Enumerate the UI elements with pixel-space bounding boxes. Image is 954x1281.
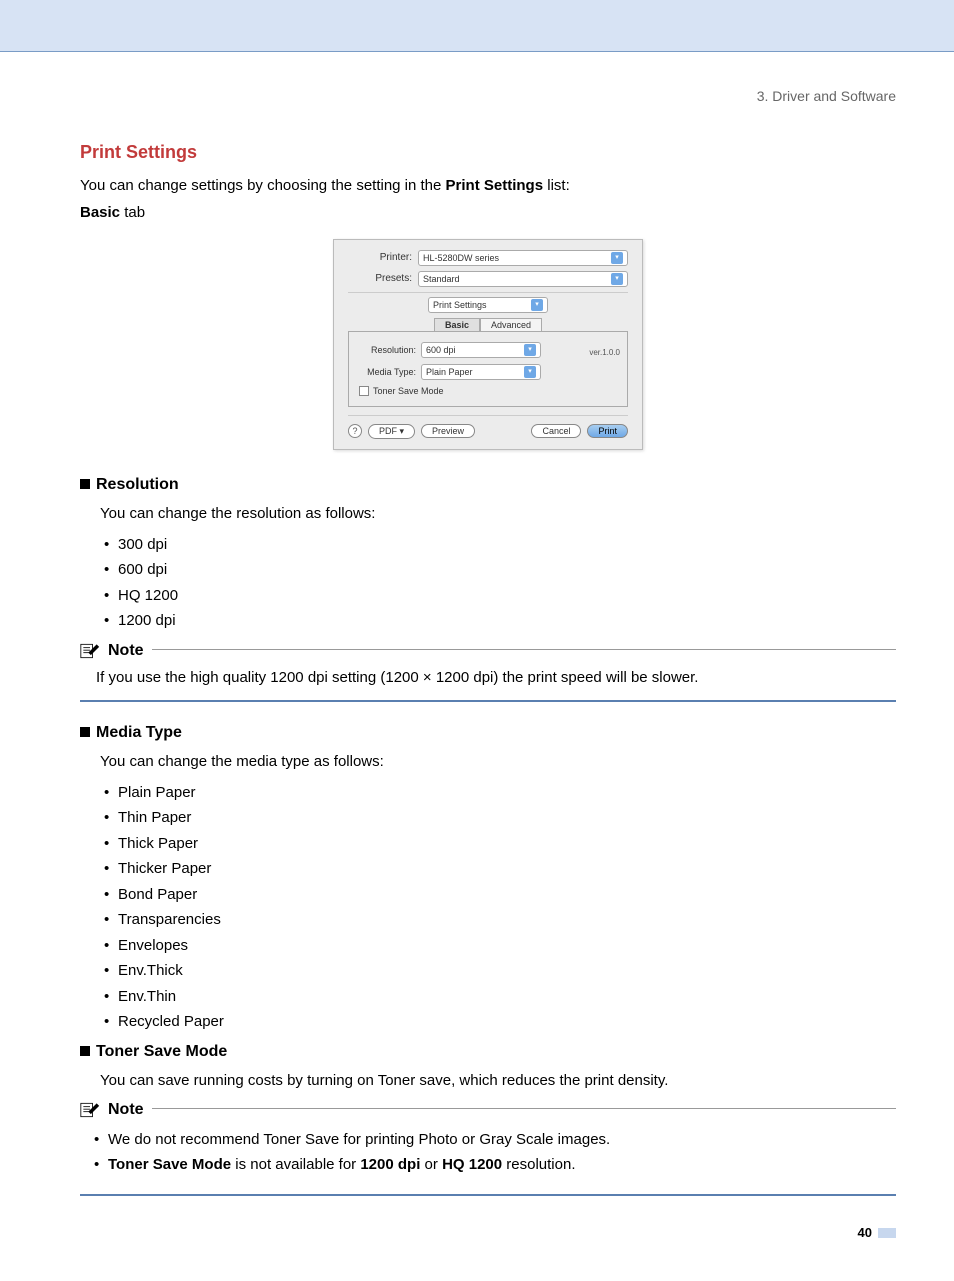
media-list: Plain Paper Thin Paper Thick Paper Thick… xyxy=(100,780,896,1035)
resolution-intro: You can change the resolution as follows… xyxy=(100,502,896,526)
page-content: 3. Driver and Software Print Settings Yo… xyxy=(0,52,954,1281)
note2-or: or xyxy=(420,1156,442,1173)
note2-line2: Toner Save Mode is not available for 120… xyxy=(90,1152,896,1178)
note-body: If you use the high quality 1200 dpi set… xyxy=(80,660,896,702)
chevron-down-icon: ▾ xyxy=(611,252,623,264)
resolution-value: 600 dpi xyxy=(426,345,456,355)
dialog-panel: Resolution: 600 dpi ▾ Media Type: Plain P… xyxy=(348,331,628,407)
basic-tab-word: tab xyxy=(120,204,145,221)
presets-label: Presets: xyxy=(348,273,418,284)
media-value: Plain Paper xyxy=(426,367,473,377)
intro-bold: Print Settings xyxy=(446,177,544,194)
note-body: We do not recommend Toner Save for print… xyxy=(80,1119,896,1196)
toner-save-checkbox[interactable] xyxy=(359,386,369,396)
list-item: Thick Paper xyxy=(100,831,896,857)
list-item: 1200 dpi xyxy=(100,608,896,634)
resolution-title: Resolution xyxy=(96,476,179,493)
list-item: Thicker Paper xyxy=(100,856,896,882)
presets-value: Standard xyxy=(423,274,460,284)
section-resolution: Resolution You can change the resolution… xyxy=(80,476,896,634)
cancel-button[interactable]: Cancel xyxy=(531,424,581,438)
note1-text: If you use the high quality 1200 dpi set… xyxy=(96,669,698,686)
panel-value: Print Settings xyxy=(433,300,487,310)
section-toner-save: Toner Save Mode You can save running cos… xyxy=(80,1043,896,1093)
resolution-list: 300 dpi 600 dpi HQ 1200 1200 dpi xyxy=(100,532,896,634)
list-item: Envelopes xyxy=(100,933,896,959)
page-bar-icon xyxy=(878,1228,896,1238)
preview-button[interactable]: Preview xyxy=(421,424,475,438)
version-label: ver.1.0.0 xyxy=(589,348,620,357)
page-footer: 40 xyxy=(80,1224,896,1241)
header-band xyxy=(0,0,954,52)
toner-title: Toner Save Mode xyxy=(96,1043,227,1060)
dialog-screenshot: Printer: HL-5280DW series ▾ Presets: Stan… xyxy=(80,239,896,450)
note2-line1: We do not recommend Toner Save for print… xyxy=(90,1127,896,1153)
toner-text: You can save running costs by turning on… xyxy=(100,1069,896,1093)
intro-text: You can change settings by choosing the … xyxy=(80,175,896,198)
chevron-down-icon: ▾ xyxy=(611,273,623,285)
printer-label: Printer: xyxy=(348,252,418,263)
list-item: Plain Paper xyxy=(100,780,896,806)
page-title: Print Settings xyxy=(80,142,896,163)
media-intro: You can change the media type as follows… xyxy=(100,750,896,774)
printer-select[interactable]: HL-5280DW series ▾ xyxy=(418,250,628,266)
note2-b2: 1200 dpi xyxy=(360,1156,420,1173)
list-item: Bond Paper xyxy=(100,882,896,908)
media-title: Media Type xyxy=(96,724,182,741)
note-pencil-icon xyxy=(80,642,100,660)
help-button[interactable]: ? xyxy=(348,424,362,438)
note2-b3: HQ 1200 xyxy=(442,1156,502,1173)
tab-basic[interactable]: Basic xyxy=(434,318,480,332)
list-item: Recycled Paper xyxy=(100,1009,896,1035)
note-pencil-icon xyxy=(80,1101,100,1119)
printer-value: HL-5280DW series xyxy=(423,253,499,263)
section-media-type: Media Type You can change the media type… xyxy=(80,724,896,1035)
print-button[interactable]: Print xyxy=(587,424,628,438)
chevron-down-icon: ▾ xyxy=(524,344,536,356)
panel-select[interactable]: Print Settings ▾ xyxy=(428,297,548,313)
note-rule xyxy=(152,649,896,650)
square-bullet-icon xyxy=(80,1046,90,1056)
list-item: Transparencies xyxy=(100,907,896,933)
intro-post: list: xyxy=(543,177,570,194)
note-title: Note xyxy=(108,642,144,660)
print-dialog: Printer: HL-5280DW series ▾ Presets: Stan… xyxy=(333,239,643,450)
basic-tab-label: Basic tab xyxy=(80,204,896,221)
page-number: 40 xyxy=(858,1225,872,1240)
intro-pre: You can change settings by choosing the … xyxy=(80,177,446,194)
list-item: 300 dpi xyxy=(100,532,896,558)
breadcrumb: 3. Driver and Software xyxy=(80,88,896,104)
list-item: Env.Thick xyxy=(100,958,896,984)
note2-b1: Toner Save Mode xyxy=(108,1156,231,1173)
note2-end: resolution. xyxy=(502,1156,575,1173)
square-bullet-icon xyxy=(80,727,90,737)
note-block: Note We do not recommend Toner Save for … xyxy=(80,1101,896,1196)
tab-advanced[interactable]: Advanced xyxy=(480,318,542,332)
media-field-label: Media Type: xyxy=(359,367,421,377)
note-title: Note xyxy=(108,1101,144,1119)
resolution-select[interactable]: 600 dpi ▾ xyxy=(421,342,541,358)
pdf-button[interactable]: PDF ▾ xyxy=(368,424,415,439)
note-rule xyxy=(152,1108,896,1109)
chevron-down-icon: ▾ xyxy=(524,366,536,378)
resolution-field-label: Resolution: xyxy=(359,345,421,355)
list-item: Thin Paper xyxy=(100,805,896,831)
note2-mid: is not available for xyxy=(231,1156,360,1173)
media-select[interactable]: Plain Paper ▾ xyxy=(421,364,541,380)
note-block: Note If you use the high quality 1200 dp… xyxy=(80,642,896,702)
square-bullet-icon xyxy=(80,479,90,489)
toner-save-label: Toner Save Mode xyxy=(373,386,444,396)
list-item: 600 dpi xyxy=(100,557,896,583)
presets-select[interactable]: Standard ▾ xyxy=(418,271,628,287)
basic-bold: Basic xyxy=(80,204,120,221)
chevron-down-icon: ▾ xyxy=(531,299,543,311)
list-item: HQ 1200 xyxy=(100,583,896,609)
list-item: Env.Thin xyxy=(100,984,896,1010)
